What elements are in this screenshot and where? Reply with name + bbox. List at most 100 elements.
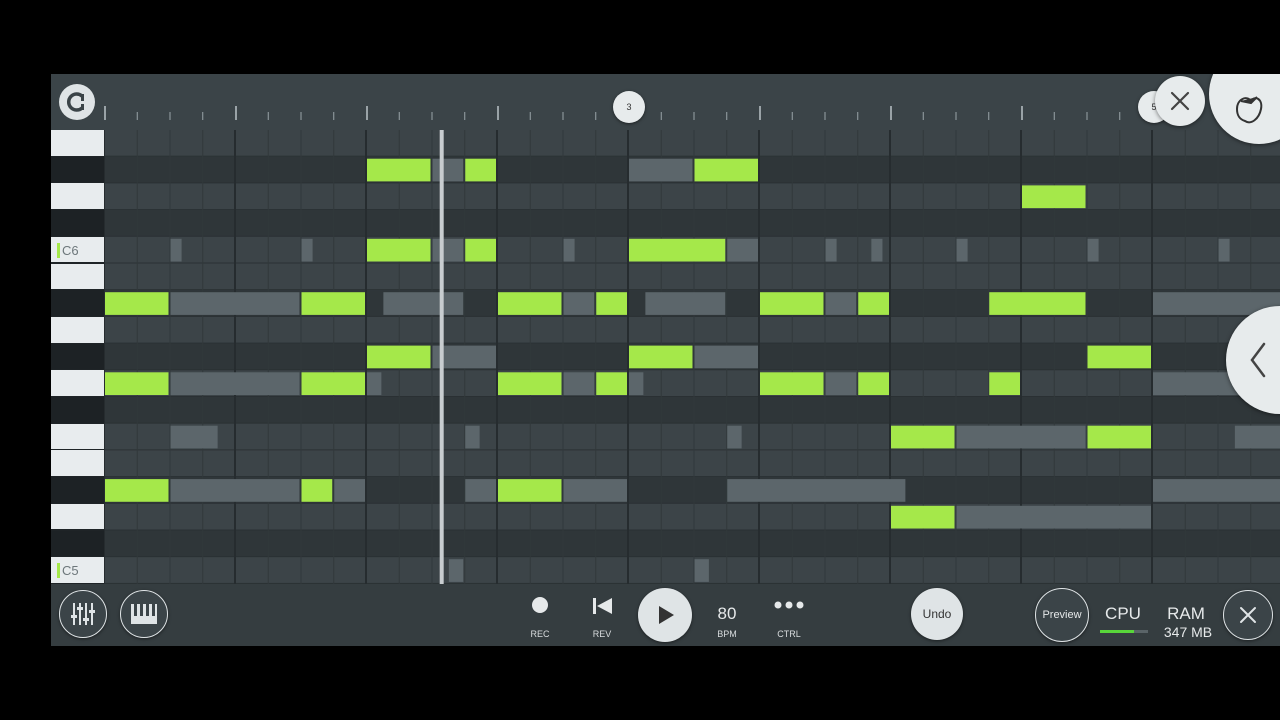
ghost-note[interactable] (432, 158, 464, 182)
note[interactable] (498, 479, 562, 502)
ruler-tick (988, 112, 990, 120)
ghost-note[interactable] (825, 292, 857, 315)
ghost-note[interactable] (170, 479, 300, 502)
ghost-note[interactable] (825, 238, 837, 262)
play-button[interactable] (638, 588, 692, 642)
grid-row (104, 397, 1280, 424)
grid-row (104, 557, 1280, 584)
ghost-note[interactable] (629, 372, 644, 395)
note[interactable] (367, 238, 431, 262)
ghost-note[interactable] (825, 372, 857, 395)
note[interactable] (301, 479, 333, 502)
ghost-note[interactable] (170, 425, 218, 449)
note[interactable] (989, 292, 1086, 315)
black-key[interactable] (51, 530, 104, 557)
note[interactable] (498, 292, 562, 315)
black-key[interactable] (51, 477, 104, 503)
timeline-ruler[interactable] (104, 74, 1280, 130)
note[interactable] (596, 372, 627, 395)
ghost-note[interactable] (465, 479, 496, 502)
note[interactable] (1022, 185, 1086, 209)
white-key[interactable] (51, 263, 104, 290)
tempo-value[interactable]: 80 (707, 604, 747, 624)
ghost-note[interactable] (383, 292, 464, 315)
note[interactable] (105, 292, 169, 315)
ghost-note[interactable] (694, 345, 759, 369)
note[interactable] (858, 292, 889, 315)
ghost-note[interactable] (367, 372, 382, 395)
fl-logo-icon[interactable] (59, 84, 95, 120)
ghost-note[interactable] (1153, 479, 1280, 502)
white-key[interactable] (51, 183, 104, 210)
black-key[interactable] (51, 397, 104, 423)
note[interactable] (858, 372, 889, 395)
ghost-note[interactable] (956, 425, 1086, 449)
close-button[interactable] (1155, 76, 1205, 126)
note[interactable] (105, 372, 169, 395)
note[interactable] (367, 158, 431, 182)
note[interactable] (629, 345, 693, 369)
note[interactable] (629, 238, 726, 262)
black-key[interactable] (51, 343, 104, 370)
mixer-button[interactable] (59, 590, 107, 638)
ghost-note[interactable] (956, 238, 968, 262)
ghost-note[interactable] (170, 238, 182, 262)
ghost-note[interactable] (170, 372, 300, 395)
note[interactable] (760, 372, 824, 395)
white-key[interactable] (51, 316, 104, 343)
black-key[interactable] (51, 290, 104, 316)
ruler-tick (595, 112, 597, 120)
note[interactable] (301, 372, 366, 395)
piano-keyboard[interactable]: C6 C5 (51, 130, 104, 584)
note[interactable] (301, 292, 366, 315)
playhead[interactable] (439, 130, 444, 584)
ghost-note[interactable] (301, 238, 313, 262)
white-key[interactable] (51, 423, 104, 450)
ghost-note[interactable] (563, 292, 595, 315)
piano-roll-button[interactable] (120, 590, 168, 638)
note[interactable] (367, 345, 431, 369)
ghost-note[interactable] (694, 559, 709, 582)
undo-button[interactable]: Undo (911, 588, 963, 640)
ghost-note[interactable] (629, 158, 693, 182)
note[interactable] (596, 292, 627, 315)
ghost-note[interactable] (563, 372, 595, 395)
ghost-note[interactable] (727, 425, 742, 449)
preview-button[interactable]: Preview (1035, 588, 1089, 642)
ghost-note[interactable] (465, 425, 480, 449)
note[interactable] (465, 238, 496, 262)
ghost-note[interactable] (563, 238, 575, 262)
ghost-note[interactable] (956, 505, 1152, 529)
black-key[interactable] (51, 210, 104, 236)
ghost-note[interactable] (871, 238, 883, 262)
note[interactable] (694, 158, 759, 182)
note[interactable] (1087, 345, 1152, 369)
ghost-note[interactable] (448, 559, 464, 582)
note[interactable] (891, 505, 955, 529)
note[interactable] (498, 372, 562, 395)
white-key[interactable] (51, 130, 104, 156)
ghost-note[interactable] (645, 292, 726, 315)
ghost-note[interactable] (727, 238, 758, 262)
white-key[interactable] (51, 503, 104, 530)
close-tool-button[interactable] (1223, 590, 1273, 640)
note[interactable] (465, 158, 496, 182)
ghost-note[interactable] (1087, 238, 1099, 262)
white-key[interactable] (51, 370, 104, 396)
note[interactable] (105, 479, 169, 502)
ghost-note[interactable] (170, 292, 300, 315)
note[interactable] (891, 425, 955, 449)
note[interactable] (989, 372, 1020, 395)
note-grid[interactable] (104, 130, 1280, 584)
black-key[interactable] (51, 156, 104, 183)
ghost-note[interactable] (334, 479, 365, 502)
white-key[interactable] (51, 450, 104, 477)
note[interactable] (760, 292, 824, 315)
ghost-note[interactable] (727, 479, 906, 502)
ghost-note[interactable] (563, 479, 628, 502)
ghost-note[interactable] (1218, 238, 1230, 262)
ghost-note[interactable] (432, 238, 464, 262)
note[interactable] (1087, 425, 1152, 449)
bar-marker-3[interactable]: 3 (613, 91, 645, 123)
ghost-note[interactable] (1234, 425, 1280, 449)
